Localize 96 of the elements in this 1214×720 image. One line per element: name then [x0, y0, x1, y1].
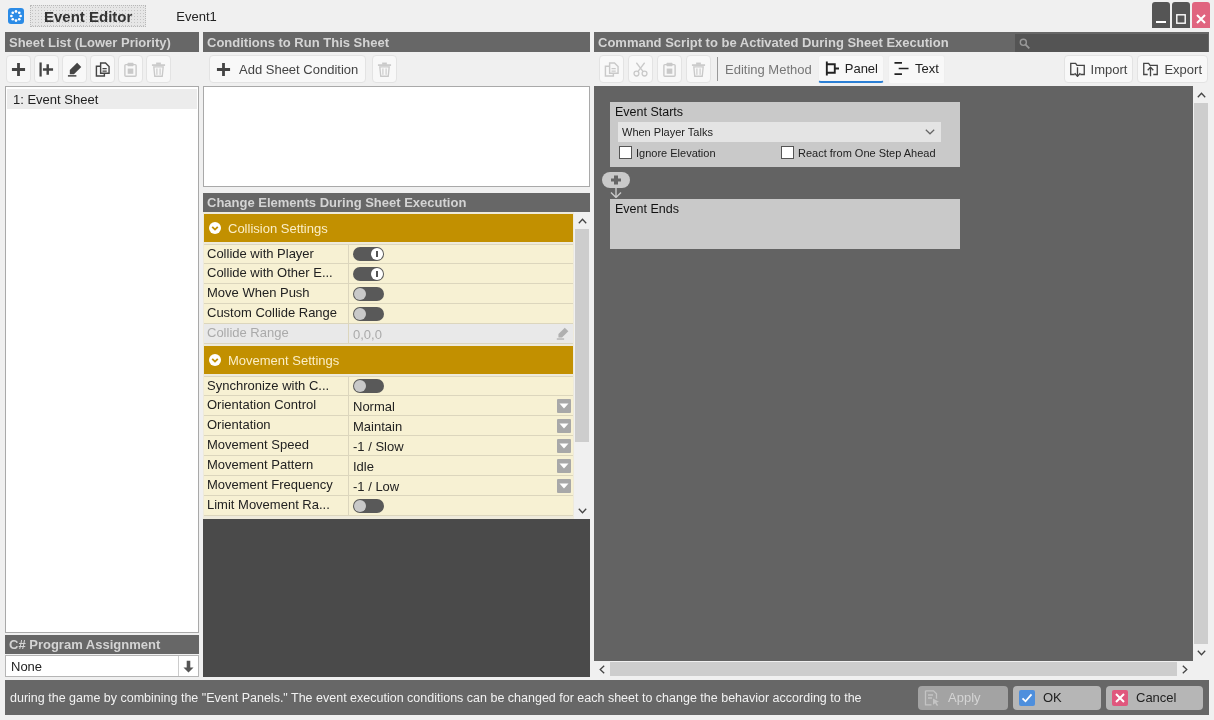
- search-field[interactable]: [1015, 34, 1208, 52]
- copy-icon: [604, 61, 619, 77]
- folder-down-arrow-icon: [1069, 61, 1085, 77]
- chevron-down-icon: [1196, 650, 1206, 656]
- dropdown-field[interactable]: Maintain: [353, 416, 573, 435]
- pencil-icon: [67, 61, 82, 77]
- property-label: Collide with Player: [204, 245, 349, 263]
- toggle-switch[interactable]: [353, 286, 384, 301]
- close-button[interactable]: [1192, 2, 1210, 28]
- dropdown-field[interactable]: -1 / Low: [353, 476, 573, 495]
- checkbox-label: Ignore Elevation: [636, 146, 716, 159]
- event-name: Event1: [176, 8, 217, 24]
- import-button[interactable]: Import: [1063, 55, 1134, 83]
- chevron-down-icon: [925, 129, 935, 135]
- toggle-switch[interactable]: [353, 247, 384, 261]
- program-dropdown[interactable]: None: [5, 655, 199, 677]
- rename-button[interactable]: [62, 55, 87, 83]
- close-icon: [1112, 689, 1128, 706]
- copy-icon: [95, 61, 110, 77]
- add-button[interactable]: [6, 55, 31, 83]
- trash-icon: [691, 61, 706, 77]
- folder-up-arrow-icon: [1143, 61, 1159, 77]
- document-cursor-icon: [924, 689, 940, 706]
- cancel-button[interactable]: Cancel: [1106, 685, 1203, 710]
- add-step-button[interactable]: [602, 172, 630, 188]
- chevron-circle-icon: [209, 354, 221, 366]
- toggle-switch[interactable]: [353, 498, 384, 513]
- ok-button[interactable]: OK: [1013, 685, 1101, 710]
- minimize-icon: [1156, 21, 1166, 23]
- chevron-down-icon: [577, 508, 587, 514]
- chevron-circle-icon: [209, 222, 221, 234]
- chevron-up-icon: [1196, 92, 1206, 98]
- property-label: Custom Collide Range: [204, 304, 349, 323]
- search-icon: [1019, 37, 1030, 49]
- panel-header: Sheet List (Lower Priority): [5, 32, 199, 52]
- plus-icon: [11, 61, 26, 77]
- maximize-button[interactable]: [1172, 2, 1190, 28]
- clipboard-icon: [123, 61, 138, 77]
- window-title: Event Editor: [30, 5, 147, 27]
- panel-title: Command Script to be Activated During Sheet Execution: [598, 35, 949, 50]
- property-label: Movement Speed: [204, 436, 349, 455]
- trigger-dropdown[interactable]: When Player Talks: [618, 122, 941, 142]
- scissors-icon: [633, 61, 648, 77]
- list-item[interactable]: 1: Event Sheet: [7, 89, 197, 109]
- dotted-ring-icon: [8, 8, 24, 24]
- pencil-icon: [556, 327, 569, 340]
- panel-header: Conditions to Run This Sheet: [203, 32, 590, 52]
- property-label: Limit Movement Ra...: [204, 496, 349, 515]
- property-label: Movement Pattern: [204, 456, 349, 475]
- panel-header: Change Elements During Sheet Execution: [203, 193, 590, 212]
- chevron-up-icon: [577, 218, 587, 224]
- minimize-button[interactable]: [1152, 2, 1170, 28]
- trash-icon: [377, 61, 393, 77]
- dropdown-field[interactable]: Idle: [353, 456, 573, 475]
- text-tab[interactable]: Text: [888, 55, 945, 83]
- add-button[interactable]: Add Sheet Condition: [209, 55, 367, 83]
- text-lines-icon: [894, 61, 909, 76]
- event-title: Event Starts: [615, 105, 684, 119]
- toggle-switch[interactable]: [353, 306, 384, 321]
- editing-method-label: Editing Method: [725, 61, 812, 77]
- vertical-scrollbar[interactable]: [574, 212, 590, 519]
- check-icon: [1019, 689, 1035, 706]
- maximize-icon: [1176, 14, 1186, 24]
- property-label: Movement Frequency: [204, 476, 349, 495]
- panel-header: C# Program Assignment: [5, 635, 199, 654]
- panel-node-icon: [823, 61, 839, 76]
- insert-plus-icon: [39, 61, 54, 77]
- trash-icon: [151, 61, 166, 77]
- checkbox[interactable]: [781, 146, 794, 159]
- clipboard-icon: [662, 61, 677, 77]
- chevron-left-icon: [599, 664, 605, 674]
- scrollbar-thumb[interactable]: [575, 229, 589, 442]
- property-label: Orientation Control: [204, 396, 349, 415]
- plus-icon: [216, 61, 231, 77]
- down-arrow-icon: [182, 659, 195, 673]
- event-title: Event Ends: [615, 202, 679, 216]
- property-label: Orientation: [204, 416, 349, 435]
- dropdown-field[interactable]: -1 / Slow: [353, 436, 573, 455]
- property-label: Move When Push: [204, 284, 349, 303]
- property-label: Synchronize with C...: [204, 377, 349, 395]
- scrollbar-thumb[interactable]: [1194, 103, 1208, 644]
- toggle-switch[interactable]: [353, 379, 384, 393]
- property-label: Collide with Other E...: [204, 264, 349, 283]
- insert-button[interactable]: [34, 55, 59, 83]
- dropdown-field[interactable]: Normal: [353, 396, 573, 415]
- status-message: during the game by combining the "Event Panels." The event execution conditions can be changed for each sheet to change the behavior according to the: [10, 690, 863, 705]
- checkbox[interactable]: [619, 146, 632, 159]
- panel-tab[interactable]: Panel: [817, 55, 884, 83]
- toggle-switch[interactable]: [353, 266, 384, 281]
- close-icon: [1196, 14, 1206, 24]
- scrollbar-thumb[interactable]: [610, 662, 1177, 676]
- checkbox-label: React from One Step Ahead: [798, 146, 936, 159]
- export-button[interactable]: Export: [1137, 55, 1208, 83]
- copy-button[interactable]: [90, 55, 115, 83]
- property-label: Collide Range: [204, 324, 349, 343]
- chevron-right-icon: [1182, 664, 1188, 674]
